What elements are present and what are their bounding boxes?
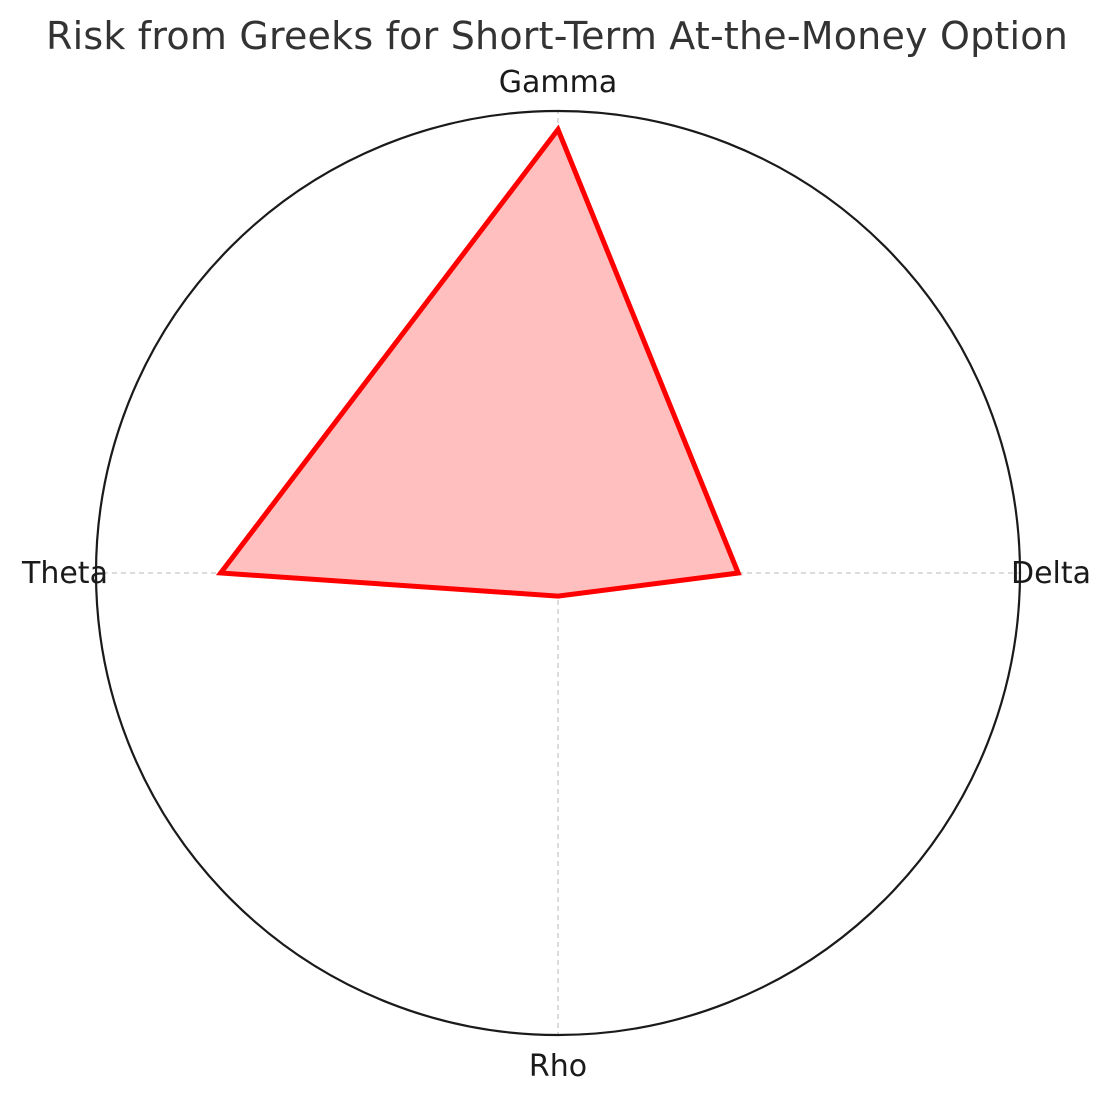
axis-label-gamma: Gamma <box>499 65 617 100</box>
axis-label-rho: Rho <box>529 1049 587 1084</box>
axis-label-theta: Theta <box>21 556 108 591</box>
axis-label-delta: Delta <box>1011 556 1091 591</box>
radar-series <box>215 124 742 599</box>
radar-chart: Delta Gamma Theta Rho <box>21 65 1091 1084</box>
series-area <box>220 129 739 597</box>
